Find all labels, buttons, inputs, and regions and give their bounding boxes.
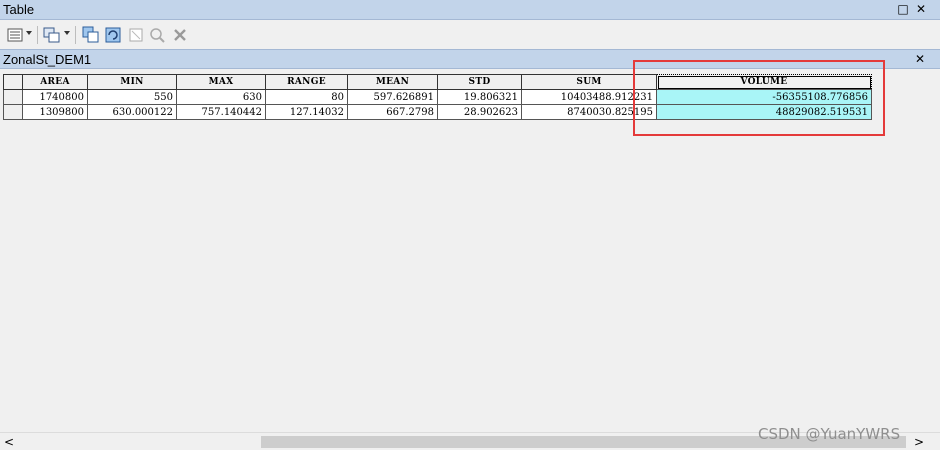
window-titlebar: Table □ ✕ [0, 0, 940, 20]
annotation-highlight-box [633, 60, 885, 136]
table-options-icon[interactable] [6, 26, 24, 44]
table-cell[interactable]: 630 [176, 89, 266, 105]
table-cell[interactable]: 28.902623 [437, 104, 522, 120]
column-header-min[interactable]: MIN [87, 74, 177, 90]
table-cell[interactable]: 550 [87, 89, 177, 105]
restore-icon[interactable]: □ [895, 1, 911, 17]
watermark: CSDN @YuanYWRS [758, 425, 901, 443]
related-tables-icon[interactable] [43, 26, 61, 44]
table-options-dropdown-icon[interactable] [26, 31, 32, 35]
column-header-mean[interactable]: MEAN [347, 74, 438, 90]
table-cell[interactable]: 19.806321 [437, 89, 522, 105]
clear-selection-icon[interactable] [127, 26, 145, 44]
table-cell[interactable]: 630.000122 [87, 104, 177, 120]
toolbar-separator [37, 26, 38, 44]
table-cell[interactable]: 1740800 [22, 89, 88, 105]
zoom-to-selected-icon[interactable] [148, 26, 166, 44]
table-cell[interactable]: 597.626891 [347, 89, 438, 105]
table-cell[interactable]: 757.140442 [176, 104, 266, 120]
close-icon[interactable]: ✕ [913, 1, 929, 17]
related-tables-dropdown-icon[interactable] [64, 31, 70, 35]
table-toolbar [0, 21, 940, 48]
table-cell[interactable]: 667.2798 [347, 104, 438, 120]
switch-selection-icon[interactable] [104, 26, 122, 44]
window-title: Table [3, 2, 35, 17]
close-tab-icon[interactable]: ✕ [912, 51, 928, 67]
table-cell[interactable]: 80 [265, 89, 348, 105]
table-cell[interactable]: 127.14032 [265, 104, 348, 120]
select-by-attributes-icon[interactable] [82, 26, 100, 44]
row-selector[interactable] [3, 104, 23, 120]
row-selector-header[interactable] [3, 74, 23, 90]
column-header-max[interactable]: MAX [176, 74, 266, 90]
table-cell[interactable]: 1309800 [22, 104, 88, 120]
scroll-left-icon[interactable]: < [4, 435, 14, 449]
toolbar-separator [75, 26, 76, 44]
scroll-right-icon[interactable]: > [914, 435, 924, 449]
column-header-range[interactable]: RANGE [265, 74, 348, 90]
tab-zonalst-dem1[interactable]: ZonalSt_DEM1 [3, 52, 91, 67]
delete-selected-icon[interactable] [171, 26, 189, 44]
column-header-std[interactable]: STD [437, 74, 522, 90]
column-header-area[interactable]: AREA [22, 74, 88, 90]
row-selector[interactable] [3, 89, 23, 105]
